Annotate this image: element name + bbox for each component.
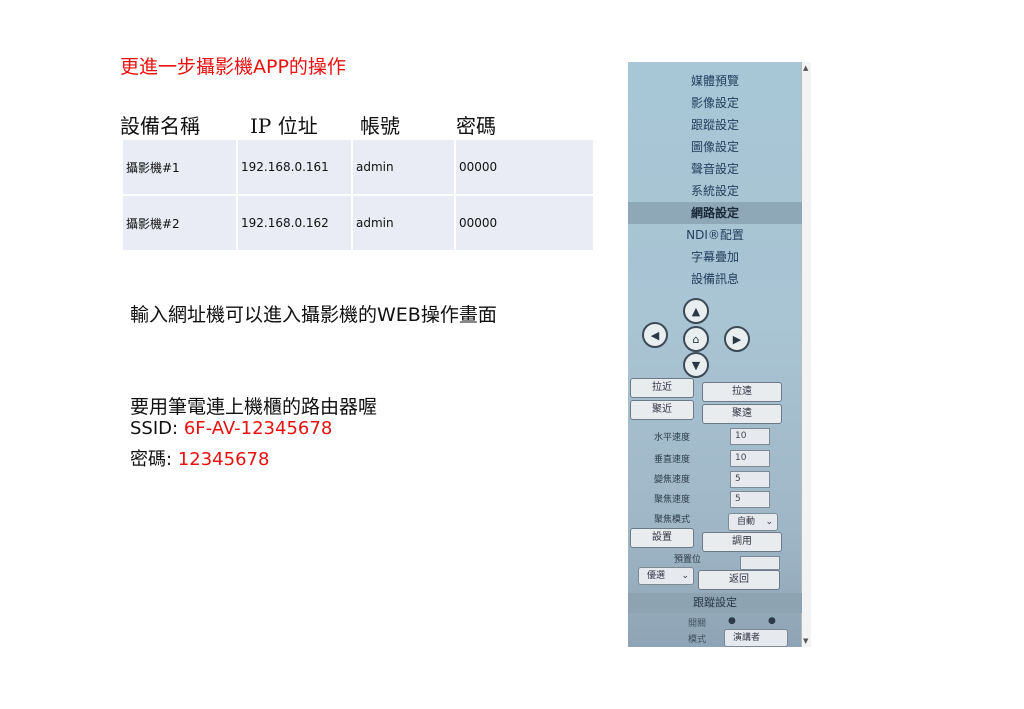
tracking-section-header: 跟蹤設定 <box>628 593 802 613</box>
arrow-left-icon[interactable]: ◀ <box>642 322 668 348</box>
zoom-speed-label: 變焦速度 <box>654 475 691 485</box>
arrow-right-icon[interactable]: ▶ <box>724 326 750 352</box>
focus-speed-label: 聚焦速度 <box>654 495 691 505</box>
cell-account: admin <box>353 196 454 252</box>
password-value: 12345678 <box>177 449 270 470</box>
menu-item-media-preview[interactable]: 媒體預覽 <box>628 70 802 92</box>
focus-far-button[interactable]: 聚遠 <box>702 404 782 424</box>
table-row: 攝影機#2 192.168.0.162 admin 00000 <box>123 196 593 252</box>
device-table: 攝影機#1 192.168.0.161 admin 00000 攝影機#2 19… <box>121 140 595 252</box>
header-password: 密碼 <box>456 114 496 138</box>
menu-item-network-settings[interactable]: 網路設定 <box>628 202 802 224</box>
home-icon[interactable]: ⌂ <box>683 326 709 352</box>
zoom-speed-input[interactable]: 5 <box>730 471 770 488</box>
cell-device: 攝影機#2 <box>123 196 236 252</box>
zoom-in-button[interactable]: 拉近 <box>630 378 694 398</box>
preset-label: 預置位 <box>674 555 702 565</box>
pan-speed-label: 水平速度 <box>654 433 691 443</box>
camera-menu: 媒體預覽 影像設定 跟蹤設定 圖像設定 聲音設定 系統設定 網路設定 NDI®配… <box>628 70 802 290</box>
password-label: 密碼: <box>130 449 173 470</box>
mode-select[interactable]: 演講者 <box>724 629 788 647</box>
header-device-name: 設備名稱 <box>120 114 200 138</box>
cell-account: admin <box>353 140 454 196</box>
focus-mode-value: 自動 <box>737 517 756 527</box>
preset-input[interactable] <box>740 556 780 570</box>
chevron-down-icon: ⌄ <box>681 571 689 581</box>
password-line: 密碼: 12345678 <box>130 445 269 471</box>
switch-label: 開關 <box>688 619 707 629</box>
focus-mode-label: 聚焦模式 <box>654 515 691 525</box>
scroll-up-icon[interactable]: ▲ <box>803 64 808 72</box>
preset-select[interactable]: 優選 ⌄ <box>638 567 694 585</box>
zoom-out-button[interactable]: 拉遠 <box>702 382 782 402</box>
menu-item-subtitle-overlay[interactable]: 字幕疊加 <box>628 246 802 268</box>
arrow-up-icon[interactable]: ▲ <box>683 298 709 324</box>
page-title: 更進一步攝影機APP的操作 <box>120 56 346 78</box>
cell-ip: 192.168.0.161 <box>238 140 351 196</box>
preset-select-value: 優選 <box>647 571 666 581</box>
router-heading: 要用筆電連上機櫃的路由器喔 <box>130 396 378 418</box>
focus-speed-input[interactable]: 5 <box>730 491 770 508</box>
menu-item-image-settings[interactable]: 圖像設定 <box>628 136 802 158</box>
mode-label: 模式 <box>688 635 707 645</box>
pan-speed-input[interactable]: 10 <box>730 428 770 445</box>
arrow-down-icon[interactable]: ▼ <box>683 352 709 378</box>
cell-device: 攝影機#1 <box>123 140 236 196</box>
ssid-line: SSID: 6F-AV-12345678 <box>130 418 332 439</box>
preset-set-button[interactable]: 設置 <box>630 528 694 548</box>
switch-on-radio-icon[interactable]: ● <box>768 616 776 626</box>
web-access-note: 輸入網址機可以進入攝影機的WEB操作畫面 <box>130 304 497 326</box>
preset-call-button[interactable]: 調用 <box>702 532 782 552</box>
scrollbar[interactable]: ▲ ▼ <box>801 62 811 647</box>
cell-password: 00000 <box>456 140 593 196</box>
menu-item-ndi-config[interactable]: NDI®配置 <box>628 224 802 246</box>
ssid-label: SSID: <box>130 418 179 439</box>
focus-near-button[interactable]: 聚近 <box>630 400 694 420</box>
table-row: 攝影機#1 192.168.0.161 admin 00000 <box>123 140 593 196</box>
scroll-down-icon[interactable]: ▼ <box>803 637 808 645</box>
menu-item-audio-settings[interactable]: 聲音設定 <box>628 158 802 180</box>
camera-web-ui-photo: ▲ ▼ 媒體預覽 影像設定 跟蹤設定 圖像設定 聲音設定 系統設定 網路設定 N… <box>628 62 811 647</box>
switch-off-radio-icon[interactable]: ● <box>728 616 736 626</box>
menu-item-device-info[interactable]: 設備訊息 <box>628 268 802 290</box>
menu-item-video-settings[interactable]: 影像設定 <box>628 92 802 114</box>
mode-select-value: 演講者 <box>733 633 761 643</box>
tilt-speed-label: 垂直速度 <box>654 455 691 465</box>
menu-item-tracking-settings[interactable]: 跟蹤設定 <box>628 114 802 136</box>
focus-mode-select[interactable]: 自動 ⌄ <box>728 513 778 531</box>
cell-password: 00000 <box>456 196 593 252</box>
chevron-down-icon: ⌄ <box>765 517 773 527</box>
cell-ip: 192.168.0.162 <box>238 196 351 252</box>
menu-item-system-settings[interactable]: 系統設定 <box>628 180 802 202</box>
tilt-speed-input[interactable]: 10 <box>730 450 770 467</box>
header-account: 帳號 <box>360 114 400 138</box>
back-button[interactable]: 返回 <box>698 570 780 590</box>
header-ip: IP 位址 <box>250 114 318 138</box>
ssid-value: 6F-AV-12345678 <box>183 418 333 439</box>
